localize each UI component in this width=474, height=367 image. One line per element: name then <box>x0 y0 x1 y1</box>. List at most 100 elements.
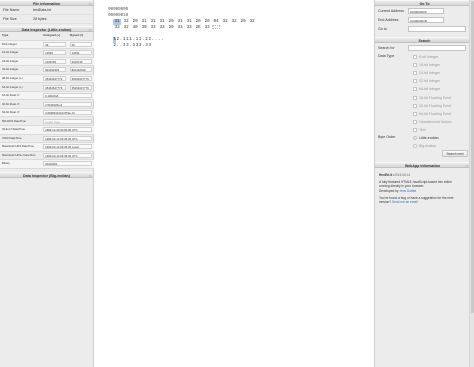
value-field[interactable]: 4.69283144314752e-72 <box>43 110 92 116</box>
right-scrollbar[interactable] <box>469 0 474 367</box>
checkbox[interactable] <box>413 55 417 60</box>
table-row: UNIX DateTime 1996-02-13 06:35:39 UTC <box>0 134 94 144</box>
end-address-field[interactable]: 0x0000001B <box>408 16 444 23</box>
data-type-option[interactable]: Text <box>375 126 474 134</box>
hex-byte[interactable]: 32 <box>230 19 238 25</box>
goto-input[interactable] <box>408 25 466 32</box>
hex-byte[interactable]: 2E <box>194 25 202 31</box>
checkbox[interactable] <box>413 87 417 92</box>
search-next-button[interactable]: Search next <box>442 150 468 157</box>
value-field[interactable]: 1930-02-13 06:35:39 Local <box>43 144 92 150</box>
hex-byte[interactable]: 32 <box>248 19 256 25</box>
value-field[interactable]: 49 <box>43 41 66 47</box>
hex-byte[interactable]: 33 <box>185 25 193 31</box>
checkbox[interactable] <box>413 103 417 108</box>
checkbox[interactable] <box>413 119 417 124</box>
value-field[interactable]: 824192329 <box>43 67 66 73</box>
radio-button[interactable] <box>413 135 417 140</box>
table-row: 16-bit integer 12593 12593 <box>0 48 94 58</box>
email-link[interactable]: Send me an email <box>392 200 418 204</box>
data-type-option[interactable]: 32-bit Integer <box>375 77 474 85</box>
about-header[interactable]: WebApp information × <box>375 162 470 168</box>
developer-line: Developed by Jens Duttke <box>379 189 461 193</box>
data-type-option[interactable]: 64-bit Floating Point <box>375 110 474 118</box>
close-icon[interactable]: × <box>89 27 91 33</box>
app-title: HexEd.it v2016.06.14 <box>379 173 461 177</box>
ascii-char[interactable]: 3 <box>148 43 151 49</box>
value-field[interactable]: 35464647779 <box>43 84 66 90</box>
value-field[interactable]: 1996-02-13 06:35:39 UTC <box>43 135 92 141</box>
value-field[interactable]: 49 <box>69 41 92 47</box>
goto-header[interactable]: Go To × <box>375 0 474 6</box>
checkbox[interactable] <box>413 127 417 132</box>
end-of-file-cell[interactable] <box>212 25 221 29</box>
data-type-option[interactable]: 32-bit Floating Point <box>375 102 474 110</box>
data-inspector-le-header[interactable]: Data Inspector (Little-endian) × <box>0 26 93 32</box>
value-field[interactable]: 35464647779 <box>69 84 92 90</box>
value-field[interactable]: 824192329 <box>69 67 92 73</box>
table-row: 64-bit Float. P. 4.69283144314752e-72 <box>0 108 94 118</box>
value-field[interactable]: 00110001 <box>43 161 92 167</box>
hex-byte[interactable]: 20 <box>239 19 247 25</box>
radio-button[interactable] <box>413 144 417 149</box>
table-row: 32-bit Float. P. 2.5311526e-9 <box>0 99 94 109</box>
ascii-char[interactable]: . <box>161 37 164 43</box>
value-field[interactable]: 0.1002014 <box>43 93 92 99</box>
hex-byte[interactable]: 40 <box>131 25 139 31</box>
value-field[interactable]: 2109745 <box>69 58 92 64</box>
value-field[interactable]: 2109745 <box>43 58 66 64</box>
option-label: Little-endian <box>419 135 439 140</box>
file-name-value: testData.txt <box>33 8 52 12</box>
search-for-row: Search for <box>375 43 474 52</box>
data-type-option[interactable]: Hexadecimal Values <box>375 118 474 126</box>
left-sidebar: File information × File Name testData.tx… <box>0 0 94 367</box>
data-inspector-be-title: Data Inspector (Big-endian) <box>23 173 70 178</box>
checkbox[interactable] <box>413 111 417 116</box>
value-field[interactable]: 2.5311526e-9 <box>43 101 92 107</box>
value-field[interactable]: 1930-02-13 06:35:39 UTC <box>43 152 92 158</box>
search-input[interactable] <box>408 44 466 51</box>
hex-byte[interactable]: 32 <box>122 25 130 31</box>
checkbox[interactable] <box>413 95 417 100</box>
hex-editor-view[interactable]: 00000000 31 32 20 31 31 31 20 31 31 20 20 04 32 32 20 3… <box>94 0 374 367</box>
current-address-row: Current Address 0x00000000 <box>375 6 474 15</box>
option-label: 8-bit Integer <box>419 55 439 60</box>
value-field[interactable]: 35464647779 <box>69 75 92 81</box>
hex-byte[interactable]: 33 <box>158 25 166 31</box>
data-type-option[interactable]: 64-bit Integer <box>375 85 474 93</box>
checkbox[interactable] <box>413 79 417 84</box>
option-label: Hexadecimal Values <box>419 119 452 124</box>
search-for-label: Search for <box>378 45 395 50</box>
value-field[interactable]: 1899-12-30 00:00:00 UTC <box>43 127 92 133</box>
data-type-option[interactable]: 24-bit Integer <box>375 69 474 77</box>
table-row: Macintosh HFS DateTime 1930-02-13 06:35:… <box>0 142 94 152</box>
data-inspector-be-header[interactable]: Data Inspector (Big-endian) × <box>0 171 93 179</box>
value-field[interactable]: 12593 <box>43 50 66 56</box>
data-type-options: 8-bit Integer 16-bit Integer 24-bit Inte… <box>375 53 474 134</box>
hex-byte[interactable]: 33 <box>203 25 211 31</box>
type-cell: 16-bit integer <box>0 48 42 58</box>
close-icon[interactable]: × <box>89 1 91 7</box>
hex-byte[interactable]: 33 <box>113 25 121 31</box>
search-header[interactable]: Search × <box>375 37 474 43</box>
data-type-option[interactable]: 16-bit Floating Point <box>375 93 474 101</box>
hex-byte[interactable]: 30 <box>140 25 148 31</box>
data-type-option[interactable]: 16-bit Integer <box>375 61 474 69</box>
checkbox[interactable] <box>413 63 417 68</box>
option-label: 32-bit Floating Point <box>419 103 451 108</box>
current-address-field[interactable]: 0x00000000 <box>408 7 444 14</box>
hex-byte[interactable]: 20 <box>167 25 175 31</box>
author-link[interactable]: Jens Duttke <box>399 189 416 193</box>
option-label: 16-bit Integer <box>419 63 441 68</box>
file-info-header[interactable]: File information × <box>0 0 93 6</box>
value-field[interactable]: 12593 <box>69 50 92 56</box>
byte-order-option[interactable]: Big-endian <box>375 142 474 150</box>
close-icon[interactable]: × <box>466 163 468 169</box>
type-cell: 32-bit integer <box>0 65 42 75</box>
value-field[interactable]: 35464647779 <box>43 75 66 81</box>
hex-byte[interactable]: 33 <box>176 25 184 31</box>
hex-byte[interactable]: 32 <box>221 19 229 25</box>
close-icon[interactable]: × <box>89 173 91 179</box>
checkbox[interactable] <box>413 71 417 76</box>
hex-byte[interactable]: 33 <box>149 25 157 31</box>
